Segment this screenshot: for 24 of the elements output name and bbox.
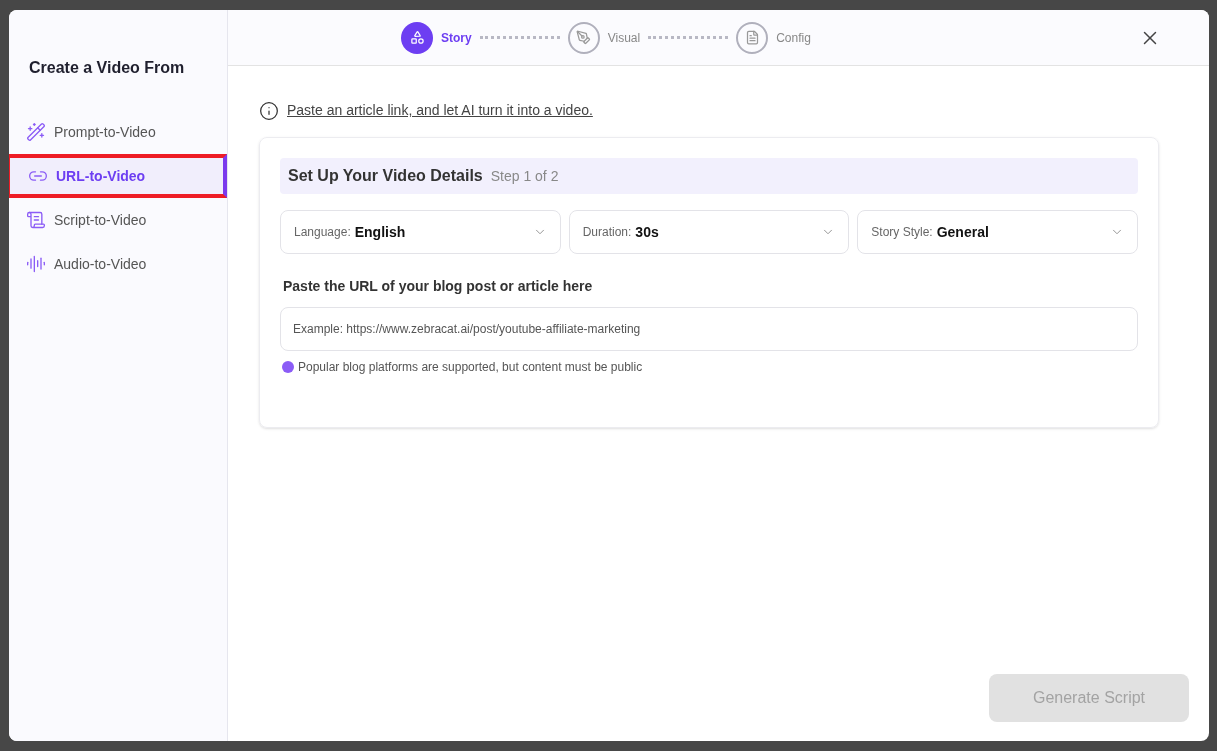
step-icon [576, 30, 592, 45]
sidebar-item[interactable]: Script-to-Video [9, 198, 227, 242]
step-icon [409, 30, 425, 45]
url-input[interactable]: Example: https://www.zebracat.ai/post/youtube-affiliate-marketing [280, 307, 1138, 351]
scroll-icon [26, 210, 46, 230]
step-counter: Step 1 of 2 [490, 166, 559, 186]
field-label: Paste the URL of your blog post or article here [283, 277, 594, 296]
step-icon [744, 30, 760, 45]
info-icon [259, 100, 279, 121]
step-tab[interactable]: Visual [567, 21, 641, 54]
dropdown-select[interactable]: Language: English [280, 210, 561, 254]
help-link[interactable]: Paste an article link, and let AI turn it into a video. [287, 100, 593, 121]
magic-wand-icon [26, 122, 46, 142]
dropdown-select[interactable]: Duration: 30s [568, 210, 850, 254]
sidebar-title: Create a Video From [28, 58, 186, 78]
sidebar-item[interactable]: URL-to-Video [9, 154, 227, 198]
support-note: Popular blog platforms are supported, but content must be public [298, 359, 643, 376]
dropdown-select[interactable]: Story Style: General [857, 210, 1138, 254]
sidebar-item[interactable]: Audio-to-Video [9, 242, 227, 286]
step-tab[interactable]: Config [736, 21, 811, 54]
card-title: Set Up Your Video Details [288, 166, 483, 186]
sidebar-item[interactable]: Prompt-to-Video [9, 110, 227, 154]
step-tab[interactable]: Story [401, 21, 472, 54]
sound-wave-icon [26, 254, 46, 274]
